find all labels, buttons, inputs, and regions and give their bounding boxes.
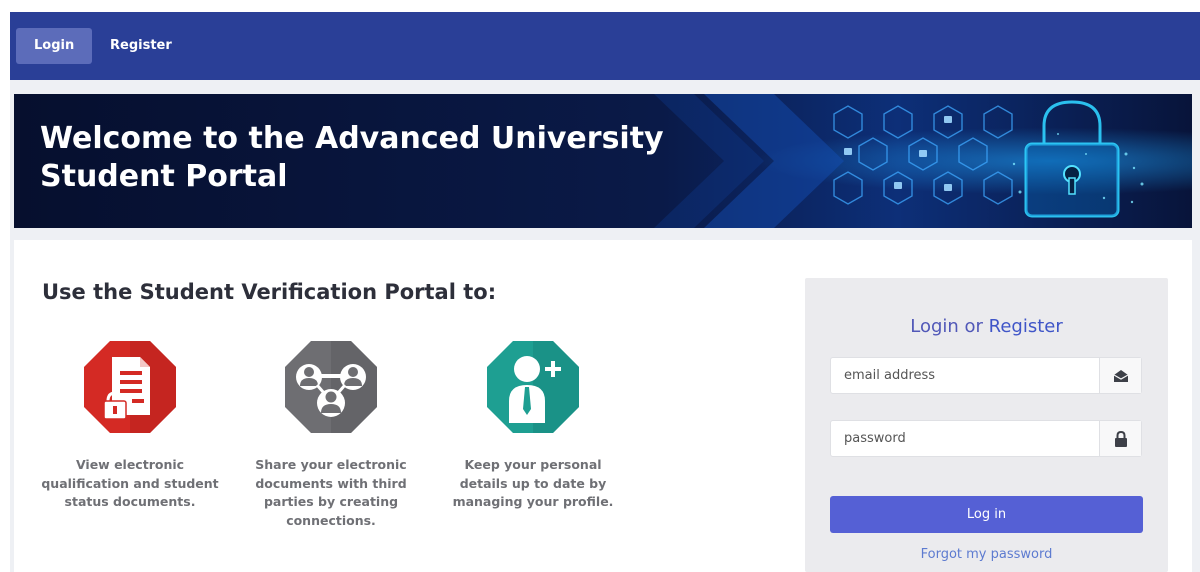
login-title: Login or Register: [805, 316, 1168, 337]
top-navbar: Login Register: [10, 12, 1200, 80]
login-panel: Login or Register Log in Forgot my passw…: [805, 278, 1168, 572]
lock-icon: [1114, 430, 1127, 447]
password-addon: [1099, 421, 1141, 456]
email-input[interactable]: [831, 358, 1101, 393]
top-strip: [0, 0, 1200, 12]
login-title-prefix: Login or: [910, 316, 989, 337]
connections-icon: [285, 341, 377, 433]
password-input-group: [830, 420, 1142, 457]
feature-share-documents-text: Share your electronic documents with thi…: [255, 457, 407, 528]
email-addon: [1099, 358, 1141, 393]
nav-login-button[interactable]: Login: [16, 28, 93, 64]
add-user-icon: [487, 341, 579, 433]
nav-register-button[interactable]: Register: [92, 28, 190, 64]
feature-view-documents-text: View electronic qualification and studen…: [41, 457, 219, 509]
login-submit-button[interactable]: Log in: [830, 496, 1143, 533]
envelope-open-icon: [1113, 369, 1128, 382]
feature-manage-profile-text: Keep your personal details up to date by…: [452, 457, 614, 509]
content-card: Use the Student Verification Portal to: …: [14, 240, 1192, 572]
welcome-banner: Welcome to the Advanced University Stude…: [14, 94, 1192, 228]
email-input-group: [830, 357, 1142, 394]
banner-title: Welcome to the Advanced University Stude…: [40, 121, 664, 194]
features-heading: Use the Student Verification Portal to:: [42, 280, 497, 304]
login-title-register-link[interactable]: Register: [989, 316, 1063, 337]
document-lock-icon: [84, 341, 176, 433]
password-input[interactable]: [831, 421, 1101, 456]
forgot-password-link[interactable]: Forgot my password: [805, 547, 1168, 562]
